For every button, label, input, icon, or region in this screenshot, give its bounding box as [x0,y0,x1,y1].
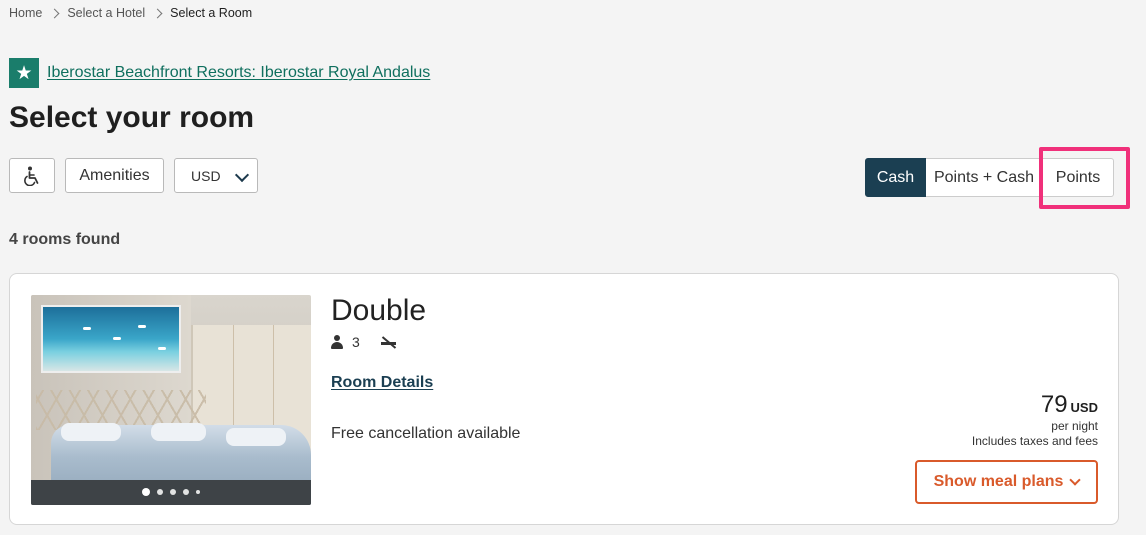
chevron-right-icon [49,8,60,18]
chevron-down-icon [1069,474,1082,486]
hotel-header: ★ Iberostar Beachfront Resorts: Iberosta… [9,58,430,88]
room-details-link[interactable]: Room Details [331,374,433,392]
star-icon: ★ [9,58,39,88]
room-meta: 3 [331,334,398,350]
carousel-dots[interactable] [31,488,311,496]
cash-option-button[interactable]: Cash [865,158,926,197]
person-icon [331,335,343,349]
per-night-label: per night [1051,419,1098,433]
page-title: Select your room [9,101,255,134]
room-photo-carousel[interactable] [31,295,311,505]
show-meal-plans-button[interactable]: Show meal plans [915,460,1098,504]
room-card: Double 3 Room Details Free cancellation … [9,273,1119,525]
payment-type-toggle: Cash Points + Cash Points [865,158,1114,197]
points-cash-option-button[interactable]: Points + Cash [926,158,1043,197]
breadcrumb-home[interactable]: Home [9,6,42,20]
room-name: Double [331,294,427,327]
rooms-count: 4 rooms found [9,231,121,248]
hotel-name-link[interactable]: Iberostar Beachfront Resorts: Iberostar … [47,64,430,82]
carousel-dot[interactable] [157,489,163,495]
chevron-down-icon [234,167,250,183]
price-currency: USD [1070,400,1098,415]
points-option-button[interactable]: Points [1043,158,1114,197]
currency-value: USD [191,167,221,184]
amenities-filter-button[interactable]: Amenities [65,158,164,193]
currency-select[interactable]: USD [174,158,258,193]
accessibility-filter-button[interactable] [9,158,55,193]
price-amount: 79 [1040,391,1068,418]
guest-count: 3 [352,334,360,350]
taxes-note: Includes taxes and fees [971,434,1098,448]
no-smoking-icon [380,335,398,349]
carousel-dot[interactable] [183,489,189,495]
wheelchair-icon [24,166,39,186]
chevron-right-icon [152,8,163,18]
meal-button-label: Show meal plans [933,473,1064,490]
breadcrumb: Home Select a Hotel Select a Room [9,6,252,20]
cancellation-note: Free cancellation available [331,425,521,442]
breadcrumb-select-hotel[interactable]: Select a Hotel [67,6,145,20]
carousel-dot[interactable] [142,488,150,496]
price-block: 79 USD per night Includes taxes and fees [972,391,1098,449]
carousel-dot[interactable] [196,490,200,494]
carousel-dot[interactable] [170,489,176,495]
breadcrumb-current: Select a Room [170,6,253,20]
